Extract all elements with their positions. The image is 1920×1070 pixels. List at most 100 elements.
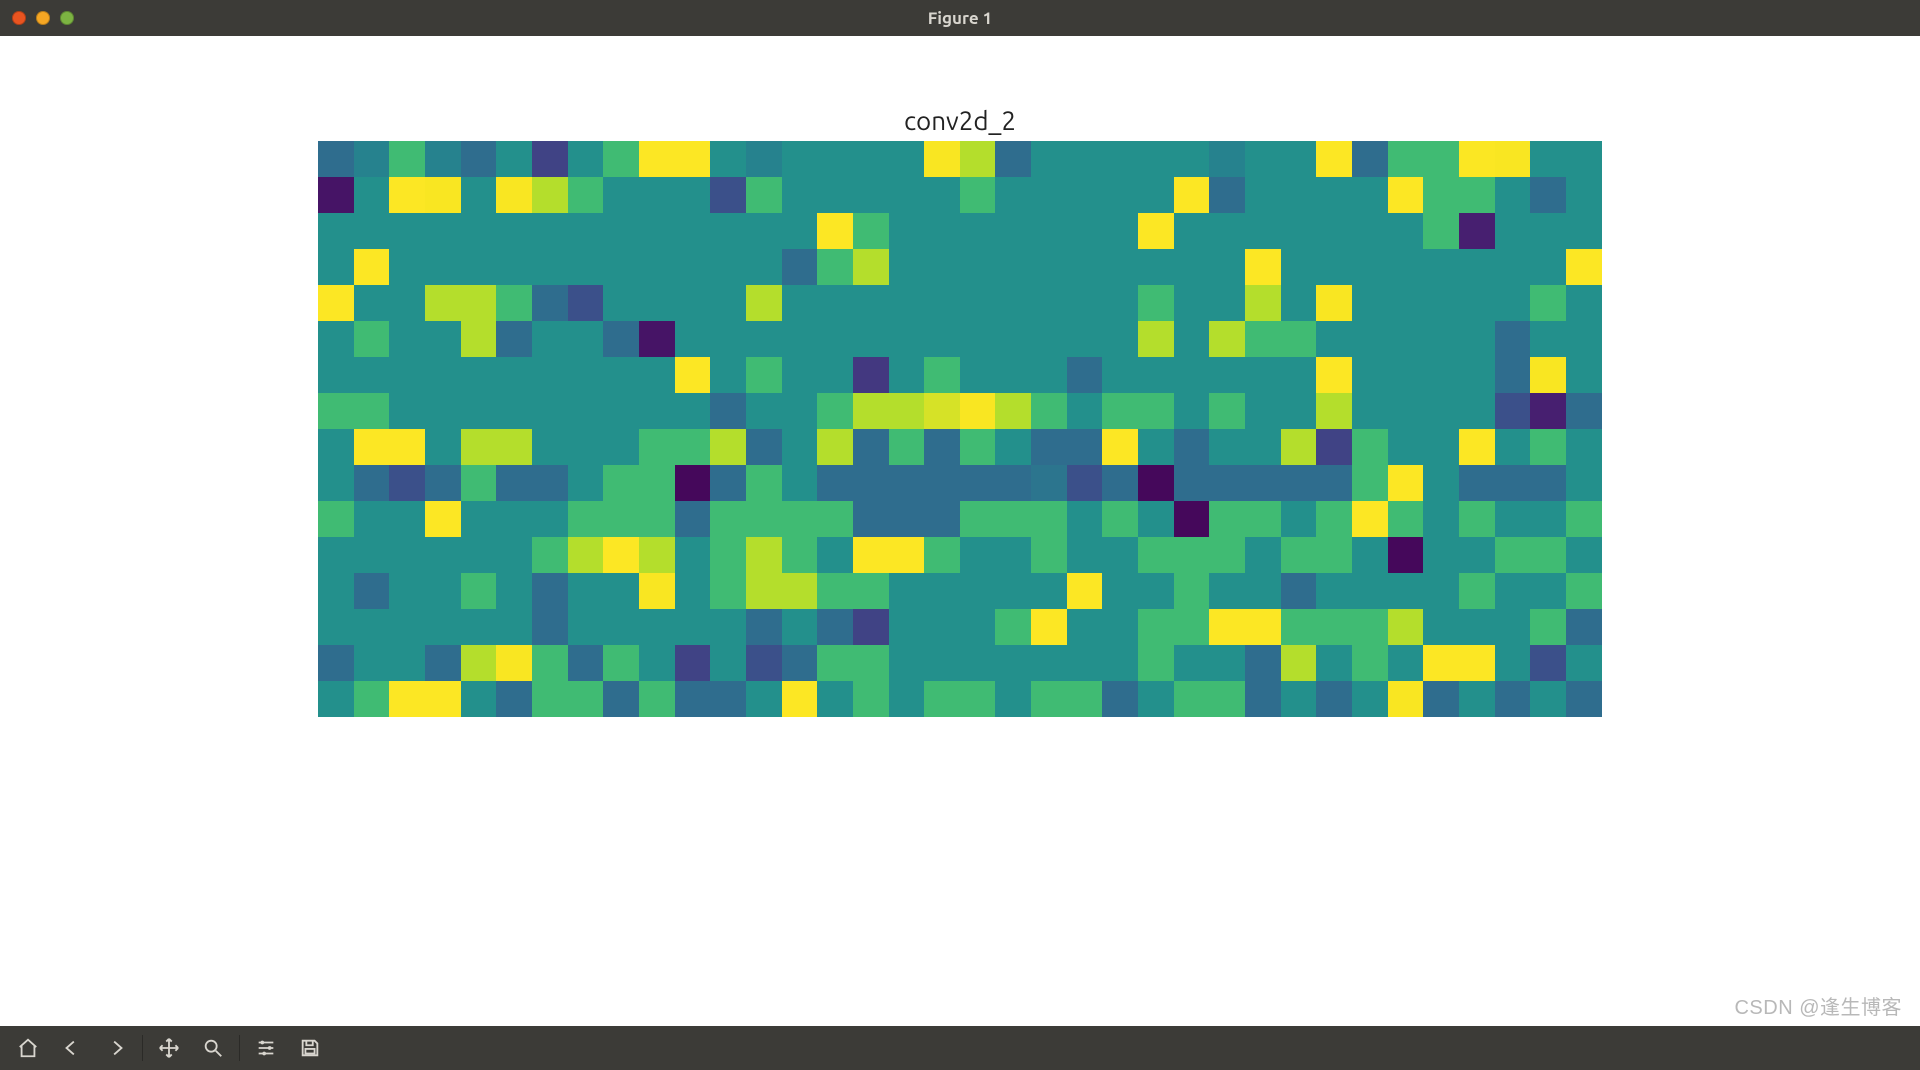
heatmap-cell — [1530, 213, 1566, 249]
heatmap-cell — [389, 537, 425, 573]
heatmap-cell — [924, 141, 960, 177]
heatmap-cell — [817, 393, 853, 429]
heatmap-cell — [354, 321, 390, 357]
heatmap-cell — [1459, 141, 1495, 177]
heatmap-cell — [1459, 465, 1495, 501]
heatmap-cell — [1281, 609, 1317, 645]
heatmap-cell — [425, 141, 461, 177]
heatmap-cell — [746, 609, 782, 645]
heatmap-cell — [1174, 501, 1210, 537]
heatmap-cell — [1316, 609, 1352, 645]
heatmap-cell — [1316, 429, 1352, 465]
heatmap-cell — [1388, 141, 1424, 177]
heatmap-cell — [603, 609, 639, 645]
heatmap-cell — [1316, 501, 1352, 537]
heatmap-cell — [1031, 429, 1067, 465]
heatmap-cell — [1388, 501, 1424, 537]
heatmap-cell — [568, 141, 604, 177]
heatmap-cell — [782, 213, 818, 249]
heatmap-cell — [782, 357, 818, 393]
heatmap-cell — [995, 249, 1031, 285]
heatmap-cell — [1566, 429, 1602, 465]
pan-button[interactable] — [147, 1028, 191, 1068]
forward-button[interactable] — [94, 1028, 138, 1068]
heatmap-cell — [710, 645, 746, 681]
heatmap-cell — [1423, 285, 1459, 321]
heatmap-cell — [889, 681, 925, 717]
heatmap-cell — [1067, 537, 1103, 573]
heatmap-cell — [1245, 681, 1281, 717]
heatmap-cell — [995, 357, 1031, 393]
heatmap-cell — [1067, 141, 1103, 177]
heatmap-cell — [1138, 213, 1174, 249]
heatmap-cell — [995, 573, 1031, 609]
heatmap-cell — [1423, 357, 1459, 393]
heatmap-cell — [1423, 249, 1459, 285]
back-button[interactable] — [50, 1028, 94, 1068]
heatmap-cell — [1495, 141, 1531, 177]
heatmap-cell — [1566, 645, 1602, 681]
heatmap-cell — [924, 321, 960, 357]
heatmap-cell — [1530, 393, 1566, 429]
heatmap-cell — [1281, 177, 1317, 213]
heatmap-cell — [960, 141, 996, 177]
heatmap-cell — [960, 213, 996, 249]
heatmap-cell — [746, 357, 782, 393]
heatmap-cell — [1423, 321, 1459, 357]
heatmap-cell — [1281, 465, 1317, 501]
heatmap-cell — [1067, 609, 1103, 645]
save-button[interactable] — [288, 1028, 332, 1068]
heatmap-cell — [710, 465, 746, 501]
configure-button[interactable] — [244, 1028, 288, 1068]
heatmap-cell — [568, 213, 604, 249]
heatmap-cell — [1495, 501, 1531, 537]
heatmap-cell — [1067, 285, 1103, 321]
heatmap-cell — [603, 249, 639, 285]
heatmap-cell — [853, 285, 889, 321]
heatmap-cell — [924, 429, 960, 465]
heatmap-cell — [995, 141, 1031, 177]
heatmap-cell — [532, 501, 568, 537]
heatmap-cell — [1423, 465, 1459, 501]
heatmap-cell — [639, 537, 675, 573]
heatmap-cell — [1102, 573, 1138, 609]
heatmap-cell — [924, 645, 960, 681]
heatmap-cell — [1566, 681, 1602, 717]
heatmap-cell — [496, 537, 532, 573]
move-icon — [158, 1037, 180, 1059]
heatmap-cell — [568, 321, 604, 357]
heatmap-cell — [746, 249, 782, 285]
zoom-button[interactable] — [191, 1028, 235, 1068]
home-button[interactable] — [6, 1028, 50, 1068]
heatmap-cell — [1423, 609, 1459, 645]
heatmap-cell — [853, 141, 889, 177]
heatmap-cell — [675, 429, 711, 465]
heatmap-cell — [889, 645, 925, 681]
arrow-right-icon — [105, 1037, 127, 1059]
heatmap-cell — [889, 573, 925, 609]
heatmap-cell — [675, 573, 711, 609]
heatmap-cell — [1495, 321, 1531, 357]
heatmap-cell — [496, 465, 532, 501]
heatmap-cell — [461, 393, 497, 429]
heatmap-cell — [817, 681, 853, 717]
heatmap-cell — [1459, 645, 1495, 681]
heatmap-cell — [532, 465, 568, 501]
heatmap-cell — [1423, 681, 1459, 717]
heatmap-cell — [1209, 501, 1245, 537]
heatmap-cell — [1245, 573, 1281, 609]
heatmap-cell — [1352, 393, 1388, 429]
heatmap-cell — [532, 537, 568, 573]
heatmap-cell — [318, 429, 354, 465]
heatmap-cell — [389, 609, 425, 645]
heatmap-cell — [1102, 357, 1138, 393]
heatmap-cell — [568, 249, 604, 285]
heatmap-cell — [746, 213, 782, 249]
heatmap-cell — [1316, 573, 1352, 609]
heatmap-cell — [710, 609, 746, 645]
heatmap-cell — [1209, 573, 1245, 609]
heatmap-cell — [318, 249, 354, 285]
heatmap-cell — [924, 177, 960, 213]
heatmap-cell — [782, 285, 818, 321]
heatmap-cell — [1245, 357, 1281, 393]
